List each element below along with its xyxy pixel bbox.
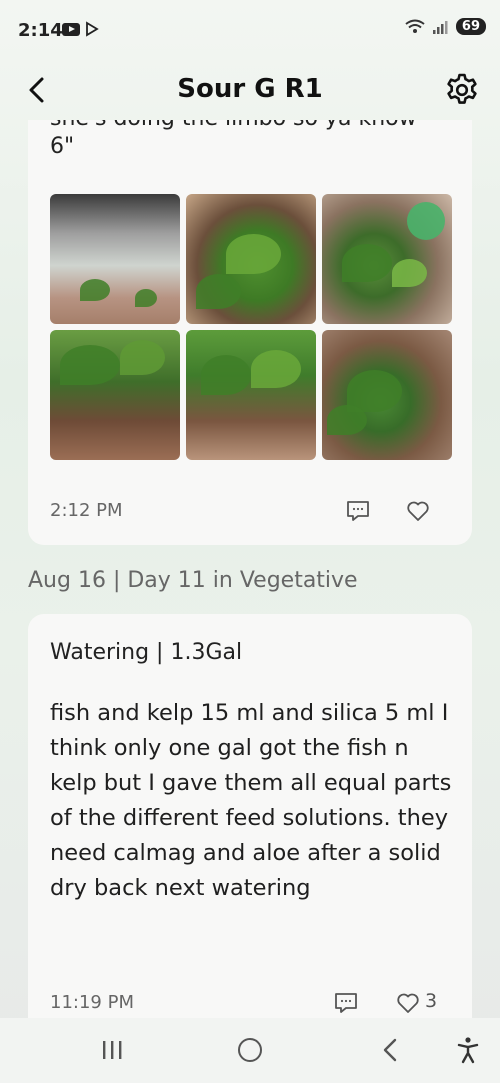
plant-photo-5[interactable]: [186, 330, 316, 460]
entry-time: 11:19 PM: [50, 992, 134, 1013]
journal-feed[interactable]: she's doing the limbo so ya know 6": [0, 120, 500, 1018]
play-store-icon: [86, 21, 99, 37]
comment-icon[interactable]: [334, 992, 358, 1014]
battery-icon: 69: [455, 18, 486, 35]
page-title: Sour G R1: [177, 74, 323, 104]
entry-time: 2:12 PM: [50, 500, 123, 521]
home-icon[interactable]: [238, 1038, 262, 1062]
status-time: 2:14: [18, 20, 63, 41]
signal-icon: [432, 20, 448, 34]
entry-title: Watering | 1.3Gal: [50, 640, 243, 665]
plant-photo-3[interactable]: [322, 194, 452, 324]
like-count: 3: [425, 990, 438, 1012]
gear-icon[interactable]: [444, 72, 480, 108]
entry-card: Watering | 1.3Gal fish and kelp 15 ml an…: [28, 614, 472, 1018]
youtube-icon: [62, 22, 80, 36]
header: Sour G R1: [0, 60, 500, 120]
plant-photo-2[interactable]: [186, 194, 316, 324]
entry-date-label: Aug 16 | Day 11 in Vegetative: [28, 568, 358, 593]
system-nav-bar: [0, 1018, 500, 1083]
plant-photo-4[interactable]: [50, 330, 180, 460]
photo-grid: [50, 194, 452, 460]
comment-icon[interactable]: [346, 500, 370, 522]
plant-photo-6[interactable]: [322, 330, 452, 460]
entry-body: fish and kelp 15 ml and silica 5 ml I th…: [50, 700, 452, 901]
entry-text: 6": [50, 134, 75, 159]
heart-icon[interactable]: [406, 500, 430, 522]
accessibility-icon[interactable]: [456, 1036, 480, 1064]
entry-text-clipped: she's doing the limbo so ya know: [50, 120, 417, 133]
plant-photo-1[interactable]: [50, 194, 180, 324]
heart-icon[interactable]: [396, 992, 420, 1014]
status-bar: 2:14 69: [0, 0, 500, 58]
wifi-icon: [405, 19, 425, 33]
entry-card: she's doing the limbo so ya know 6": [28, 120, 472, 545]
recents-icon[interactable]: [100, 1040, 124, 1060]
back-icon[interactable]: [380, 1038, 400, 1062]
